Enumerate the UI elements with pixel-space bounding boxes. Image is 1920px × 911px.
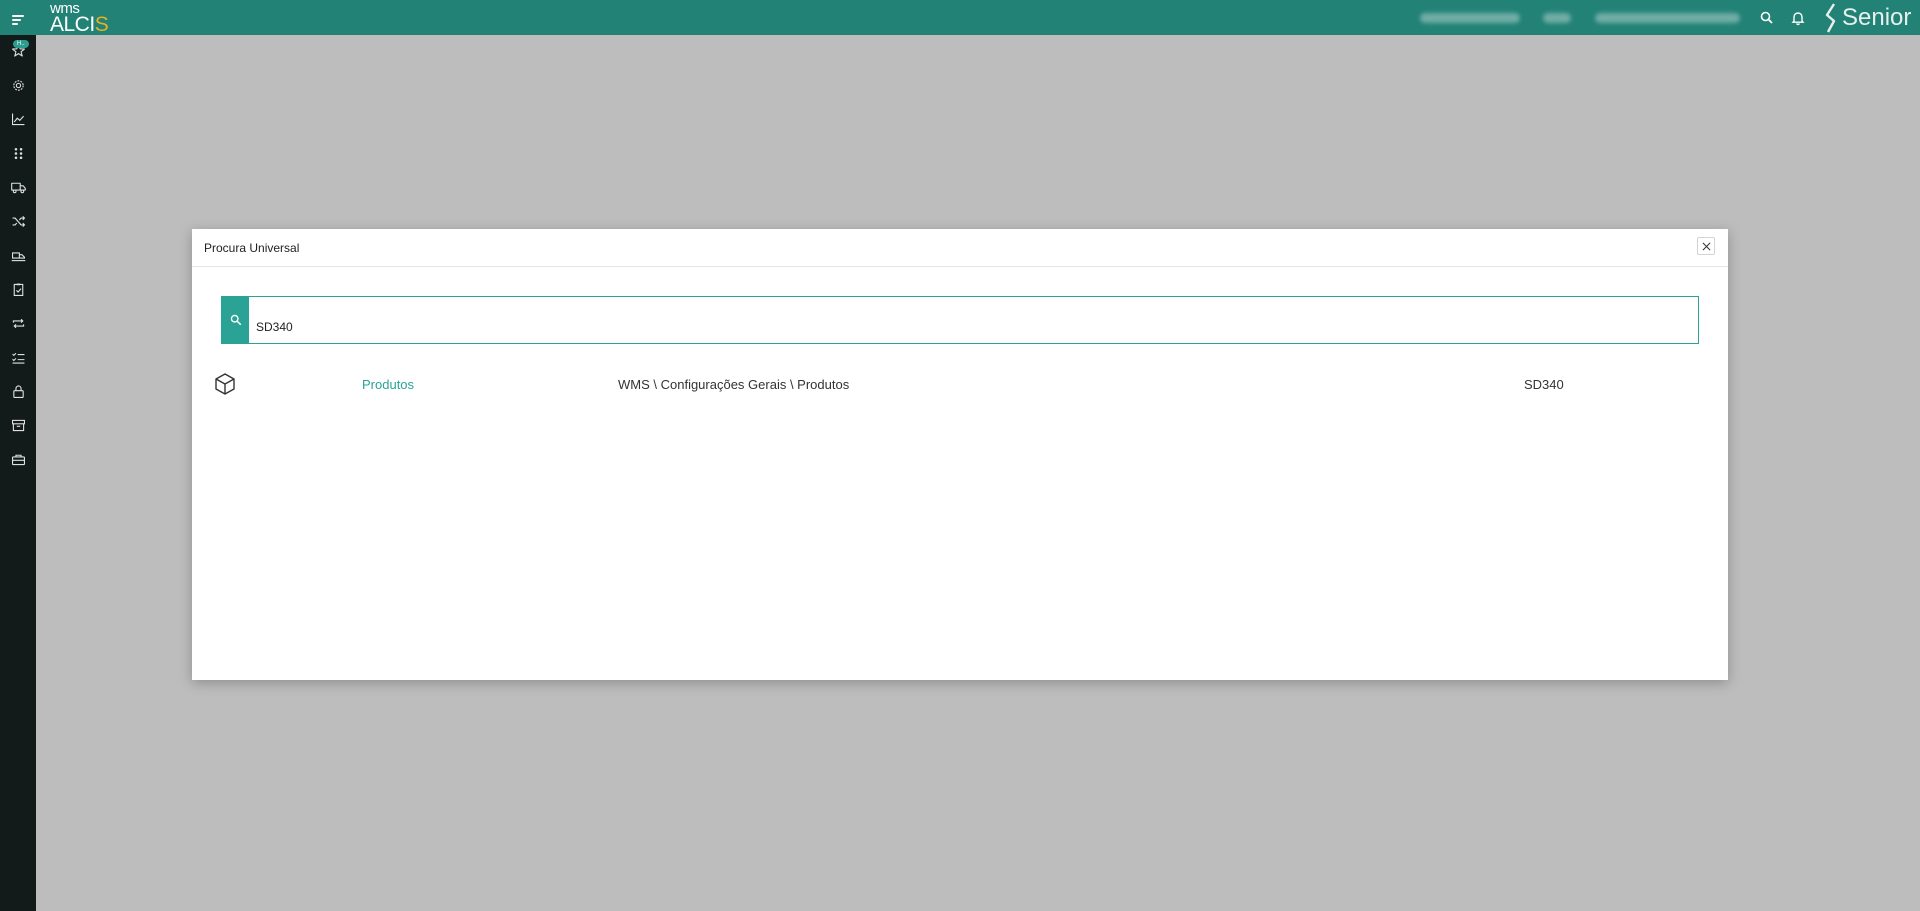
gear-icon: [12, 79, 24, 91]
close-button[interactable]: [1697, 237, 1715, 255]
universal-search-dialog: Procura Universal Produtos WMS \ Configu…: [192, 229, 1728, 680]
blurred-user-info: [1420, 13, 1520, 23]
sidebar-item-transport[interactable]: [4, 173, 32, 201]
dialog-title: Procura Universal: [204, 241, 300, 255]
sidebar-item-checklist[interactable]: [4, 343, 32, 371]
top-bar: wms ALCIS Senior: [0, 0, 1920, 35]
app-logo: wms ALCIS: [50, 1, 120, 35]
sidebar-item-security[interactable]: [4, 377, 32, 405]
search-button[interactable]: [222, 297, 249, 343]
result-name-link[interactable]: Produtos: [362, 377, 414, 392]
sidebar-item-tasks[interactable]: [4, 275, 32, 303]
sidebar-item-movements[interactable]: [4, 207, 32, 235]
senior-brand-logo: Senior: [1822, 1, 1920, 35]
clipboard-check-icon: [13, 283, 23, 296]
search-input[interactable]: [256, 317, 1656, 337]
sidebar-item-replenishment[interactable]: [4, 309, 32, 337]
search-box: [221, 296, 1699, 344]
sidebar-item-analytics[interactable]: [4, 105, 32, 133]
briefcase-icon: [11, 454, 25, 465]
archive-icon: [11, 419, 25, 431]
dialog-header: Procura Universal: [192, 229, 1728, 267]
cube-icon: [215, 373, 235, 395]
sidebar-item-archive[interactable]: [4, 411, 32, 439]
result-code: SD340: [1524, 377, 1564, 392]
brand-name: Senior: [1842, 4, 1912, 31]
sidebar: H..: [0, 35, 36, 911]
shuffle-icon: [12, 215, 25, 227]
grid-dots-icon: [14, 147, 22, 159]
close-icon: [1702, 242, 1710, 250]
blurred-user-info: [1543, 13, 1571, 23]
truck-icon: [10, 182, 26, 193]
search-result-row[interactable]: Produtos WMS \ Configurações Gerais \ Pr…: [212, 367, 1712, 403]
line-chart-icon: [11, 113, 24, 125]
repeat-icon: [12, 318, 24, 328]
search-icon[interactable]: [1757, 8, 1777, 28]
bell-icon[interactable]: [1788, 8, 1808, 28]
favorites-badge: H..: [13, 40, 29, 48]
sidebar-item-modules[interactable]: [4, 139, 32, 167]
hamburger-menu-icon[interactable]: [6, 6, 30, 30]
sidebar-item-settings[interactable]: [4, 71, 32, 99]
sidebar-item-inventory[interactable]: [4, 445, 32, 473]
logo-alcis-text: ALCIS: [50, 13, 109, 36]
result-path: WMS \ Configurações Gerais \ Produtos: [618, 377, 850, 392]
blurred-user-info: [1595, 13, 1740, 23]
checklist-icon: [11, 352, 24, 364]
truck-loading-icon: [11, 251, 25, 261]
sidebar-item-shipping[interactable]: [4, 241, 32, 269]
sidebar-item-favorites[interactable]: H..: [4, 36, 32, 64]
senior-logo-icon: [1825, 3, 1836, 33]
search-icon: [230, 314, 241, 326]
lock-icon: [12, 384, 24, 398]
